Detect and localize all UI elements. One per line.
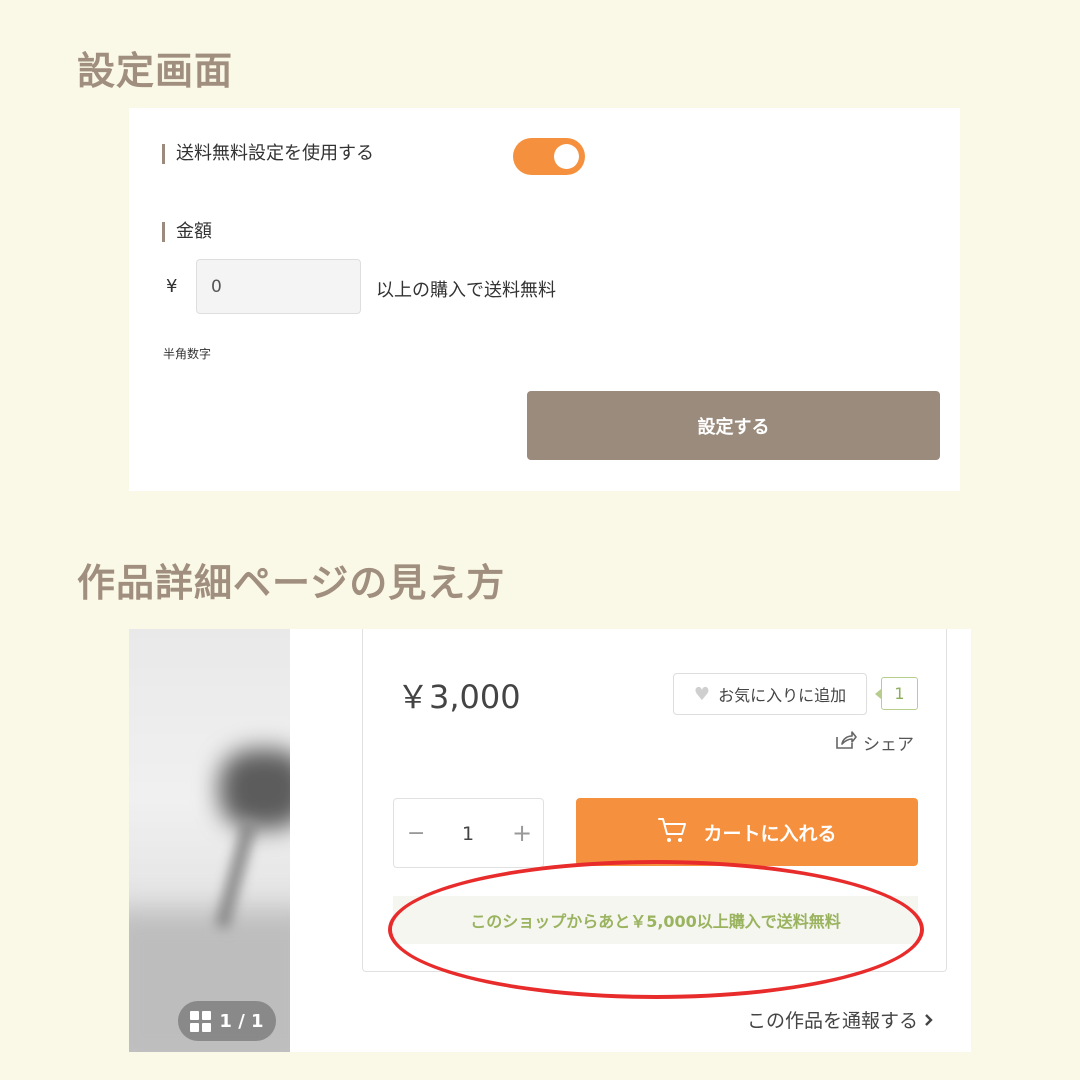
- cart-icon: [657, 816, 689, 849]
- report-link[interactable]: この作品を通報する: [747, 1006, 934, 1033]
- price: ￥3,000: [397, 678, 521, 716]
- image-counter[interactable]: 1 / 1: [178, 1001, 276, 1041]
- amount-label: 金額: [162, 222, 212, 242]
- favorite-count: 1: [875, 677, 918, 710]
- decrement-button[interactable]: −: [407, 821, 425, 846]
- preview-heading: 作品詳細ページの見え方: [77, 561, 506, 605]
- add-to-cart-button[interactable]: カートに入れる: [576, 798, 918, 866]
- share-label: シェア: [863, 735, 914, 755]
- settings-panel: 送料無料設定を使用する 金額 ¥ 以上の購入で送料無料 半角数字 設定する: [129, 108, 960, 491]
- free-shipping-message: このショップからあと￥5,000以上購入で送料無料: [393, 896, 918, 944]
- input-hint: 半角数字: [163, 347, 212, 361]
- amount-suffix: 以上の購入で送料無料: [376, 280, 556, 301]
- image-counter-text: 1 / 1: [219, 1010, 264, 1032]
- grid-icon: [190, 1010, 212, 1032]
- share-button[interactable]: シェア: [835, 730, 914, 755]
- settings-heading: 設定画面: [77, 49, 234, 93]
- free-shipping-label: 送料無料設定を使用する: [162, 144, 374, 164]
- amount-input[interactable]: [196, 259, 361, 314]
- quantity-value[interactable]: 1: [462, 823, 474, 845]
- increment-button[interactable]: +: [512, 819, 532, 847]
- quantity-stepper: − 1 +: [393, 798, 544, 868]
- submit-button[interactable]: 設定する: [527, 391, 940, 460]
- chevron-right-icon: [924, 1010, 934, 1032]
- favorite-label: お気に入りに追加: [718, 686, 847, 705]
- product-detail-preview: 1 / 1 ￥3,000 ♥ お気に入りに追加 1 シェア − 1 + カートに…: [129, 629, 971, 1052]
- cart-label: カートに入れる: [703, 822, 837, 845]
- share-icon: [835, 730, 857, 755]
- currency-symbol: ¥: [166, 276, 178, 297]
- free-shipping-toggle[interactable]: [513, 138, 585, 175]
- product-photo[interactable]: 1 / 1: [129, 629, 290, 1052]
- purchase-card: ￥3,000 ♥ お気に入りに追加 1 シェア − 1 + カートに入れる この…: [362, 629, 947, 972]
- toggle-knob: [554, 144, 579, 169]
- add-favorite-button[interactable]: ♥ お気に入りに追加: [673, 673, 867, 715]
- heart-icon: ♥: [693, 683, 711, 705]
- report-link-label: この作品を通報する: [747, 1010, 919, 1032]
